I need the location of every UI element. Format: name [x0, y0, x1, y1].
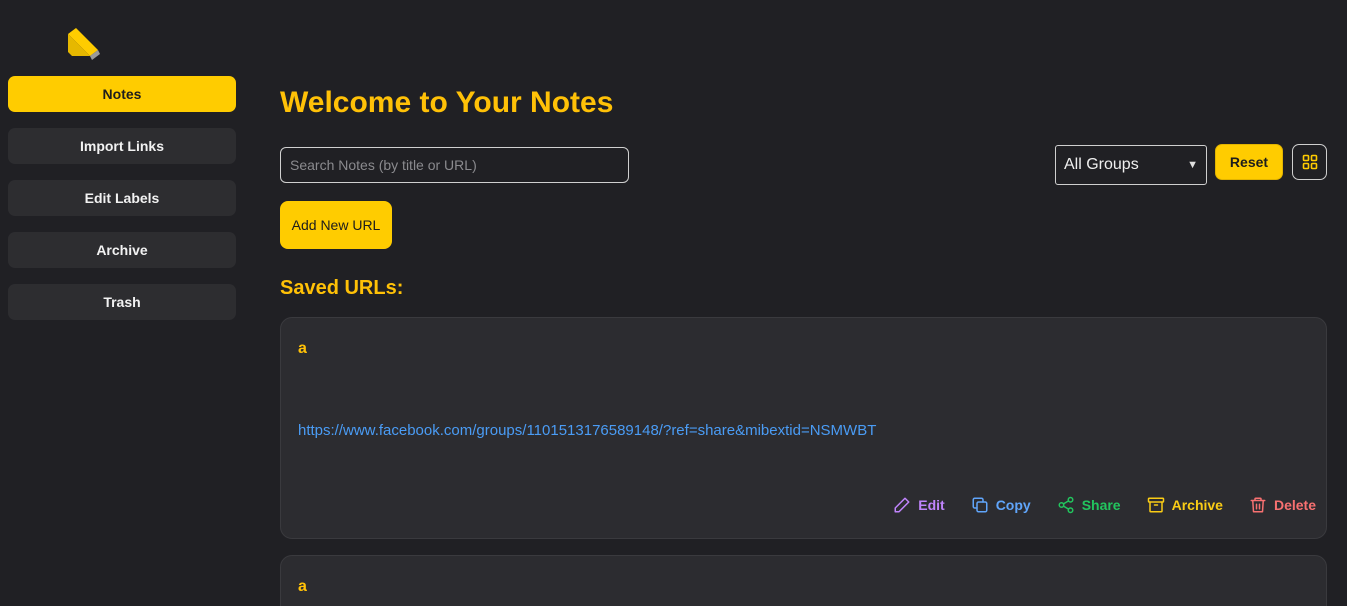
chevron-down-icon: ▼ [1187, 159, 1198, 171]
search-input[interactable] [280, 147, 629, 183]
card-url-link[interactable]: https://www.facebook.com/groups/11015131… [298, 422, 876, 439]
group-filter-select[interactable]: All Groups ▼ [1055, 145, 1207, 185]
url-card: a [280, 555, 1327, 606]
sidebar-item-trash[interactable]: Trash [8, 284, 236, 320]
share-label: Share [1081, 497, 1121, 513]
copy-label: Copy [995, 497, 1031, 513]
main-content: Welcome to Your Notes All Groups ▼ Reset… [280, 0, 1327, 606]
delete-label: Delete [1273, 497, 1316, 513]
card-title: a [298, 340, 307, 357]
archive-button[interactable]: Archive [1147, 496, 1223, 514]
sidebar-item-notes[interactable]: Notes [8, 76, 236, 112]
url-card: a https://www.facebook.com/groups/110151… [280, 317, 1327, 539]
archive-label: Archive [1171, 497, 1223, 513]
grid-view-button[interactable] [1292, 144, 1327, 180]
card-title: a [298, 578, 307, 595]
grid-view-icon [1302, 154, 1317, 170]
edit-icon [894, 497, 910, 513]
sidebar-item-archive[interactable]: Archive [8, 232, 236, 268]
sidebar: Notes Import Links Edit Labels Archive T… [0, 0, 244, 606]
copy-icon [972, 497, 988, 513]
share-button[interactable]: Share [1057, 496, 1121, 514]
archive-icon [1147, 497, 1164, 513]
share-icon [1058, 496, 1074, 514]
sidebar-item-edit-labels[interactable]: Edit Labels [8, 180, 236, 216]
card-actions: Edit Copy Share Archive Delete [867, 496, 1316, 514]
copy-button[interactable]: Copy [971, 496, 1031, 514]
delete-button[interactable]: Delete [1249, 496, 1316, 514]
delete-icon [1250, 497, 1266, 513]
sidebar-item-import-links[interactable]: Import Links [8, 128, 236, 164]
edit-label: Edit [918, 497, 945, 513]
edit-button[interactable]: Edit [893, 496, 945, 514]
reset-button[interactable]: Reset [1215, 144, 1283, 180]
add-new-url-button[interactable]: Add New URL [280, 201, 392, 249]
saved-urls-heading: Saved URLs: [280, 277, 404, 299]
logo-icon [68, 28, 100, 60]
group-filter-value: All Groups [1064, 156, 1139, 173]
page-title: Welcome to Your Notes [280, 86, 614, 119]
